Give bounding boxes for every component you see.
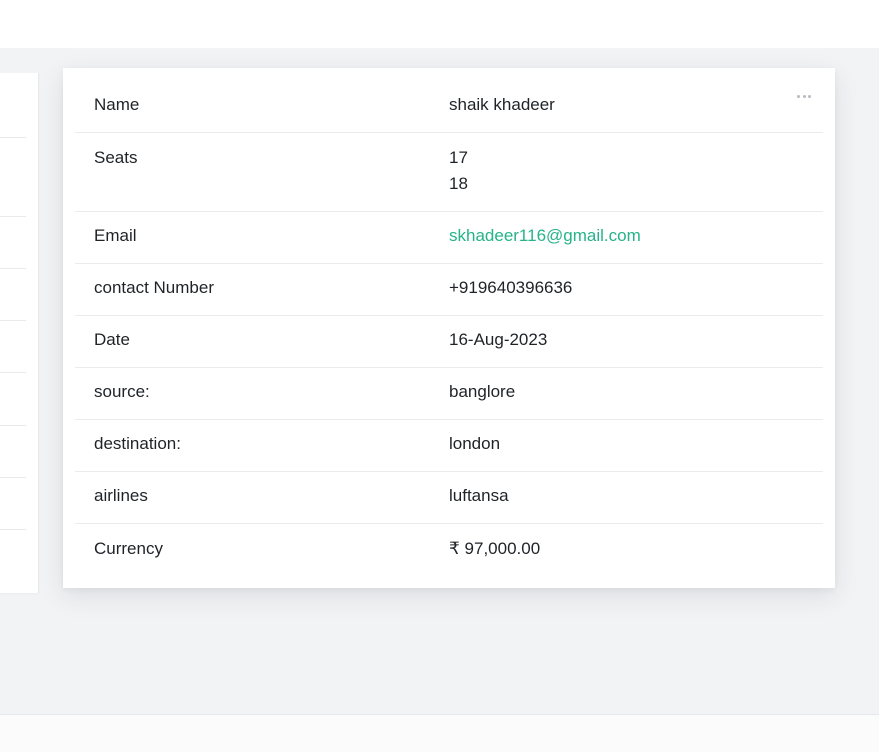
detail-row-currency: Currency ₹ 97,000.00 bbox=[75, 523, 823, 575]
source-value: banglore bbox=[430, 367, 823, 420]
list-divider bbox=[0, 268, 26, 269]
detail-row-email: Email skhadeer116@gmail.com bbox=[75, 211, 823, 264]
list-divider bbox=[0, 320, 26, 321]
list-divider bbox=[0, 137, 26, 138]
detail-label: destination: bbox=[75, 419, 430, 472]
seat-number: 18 bbox=[449, 173, 468, 193]
left-list-panel bbox=[0, 73, 39, 593]
seats-value: 17 18 bbox=[430, 132, 823, 212]
detail-label: Name bbox=[75, 80, 430, 133]
detail-row-airlines: airlines luftansa bbox=[75, 471, 823, 524]
seat-number: 17 bbox=[449, 147, 468, 167]
list-divider bbox=[0, 372, 26, 373]
contact-number-value: +919640396636 bbox=[430, 263, 823, 316]
airline-value: luftansa bbox=[430, 471, 823, 524]
list-divider bbox=[0, 529, 26, 530]
date-value: 16-Aug-2023 bbox=[430, 315, 823, 368]
detail-label: Currency bbox=[94, 538, 163, 558]
currency-value: ₹ 97,000.00 bbox=[449, 538, 541, 558]
booking-details-card: Name shaik khadeer Seats 17 18 Email skh… bbox=[63, 68, 835, 588]
booking-details-table: Name shaik khadeer Seats 17 18 Email skh… bbox=[75, 80, 823, 575]
destination-value: london bbox=[430, 419, 823, 472]
detail-row-date: Date 16-Aug-2023 bbox=[75, 315, 823, 368]
detail-label: Seats bbox=[75, 132, 430, 212]
detail-label: source: bbox=[75, 367, 430, 420]
email-link[interactable]: skhadeer116@gmail.com bbox=[449, 226, 641, 245]
detail-label: contact Number bbox=[75, 263, 430, 316]
email-cell: skhadeer116@gmail.com bbox=[430, 211, 823, 264]
detail-row-seats: Seats 17 18 bbox=[75, 132, 823, 212]
list-divider bbox=[0, 216, 26, 217]
detail-row-destination: destination: london bbox=[75, 419, 823, 472]
top-header-bar bbox=[0, 0, 879, 48]
detail-row-source: source: banglore bbox=[75, 367, 823, 420]
page-footer bbox=[0, 714, 879, 752]
detail-label: Date bbox=[75, 315, 430, 368]
detail-label: Email bbox=[75, 211, 430, 264]
passenger-name-value: shaik khadeer bbox=[430, 80, 823, 133]
list-divider bbox=[0, 477, 26, 478]
detail-label: airlines bbox=[75, 471, 430, 524]
list-divider bbox=[0, 425, 26, 426]
detail-row-name: Name shaik khadeer bbox=[75, 80, 823, 133]
detail-row-contact-number: contact Number +919640396636 bbox=[75, 263, 823, 316]
